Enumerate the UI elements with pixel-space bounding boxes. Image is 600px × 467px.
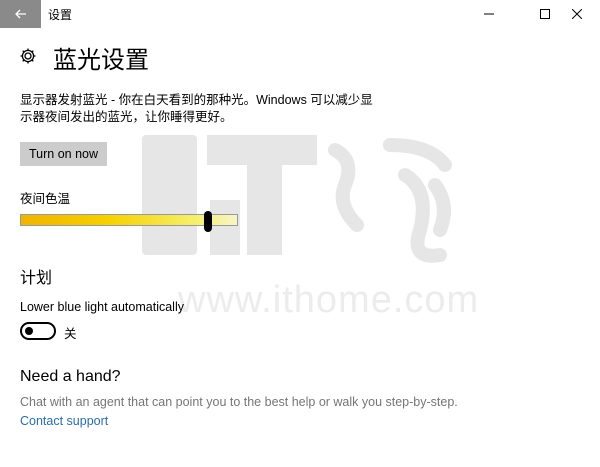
page-title: 蓝光设置 [53,47,149,74]
auto-blue-light-label: Lower blue light automatically [20,300,184,314]
maximize-icon [540,9,550,19]
auto-blue-light-toggle[interactable] [20,322,56,340]
minimize-icon [484,13,494,15]
turn-on-now-button[interactable]: Turn on now [20,142,107,166]
gear-icon [20,48,36,64]
description-text: 显示器发射蓝光 - 你在白天看到的那种光。Windows 可以减少显示器夜间发出… [20,93,373,124]
window-title: 设置 [48,8,73,22]
arrow-left-icon [14,9,26,19]
help-text: Chat with an agent that can point you to… [20,395,458,409]
toggle-state-label: 关 [64,327,77,341]
toggle-knob [25,327,33,335]
close-icon [572,9,582,19]
color-temp-slider-thumb[interactable] [203,211,212,232]
title-bar: 设置 [0,0,600,28]
contact-support-link[interactable]: Contact support [20,414,108,428]
watermark-text: www.ithome.com [177,279,479,321]
schedule-title: 计划 [20,270,53,287]
help-title: Need a hand? [20,368,121,385]
color-temp-label: 夜间色温 [20,192,71,206]
close-button[interactable] [554,0,600,28]
back-button[interactable] [0,0,41,28]
minimize-button[interactable] [466,0,512,28]
